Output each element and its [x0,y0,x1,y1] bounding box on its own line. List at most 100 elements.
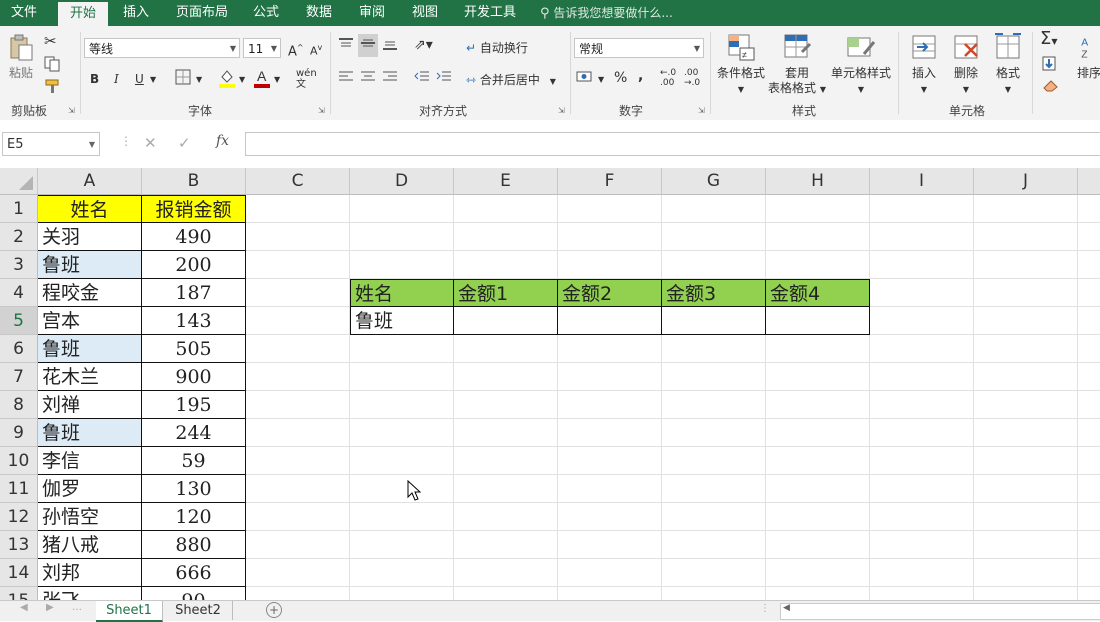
cell-f14[interactable] [558,559,662,587]
cell-i8[interactable] [870,391,974,419]
record-name-cell[interactable]: 鲁班 [38,251,142,279]
clipboard-launcher-icon[interactable]: ⇲ [68,106,75,115]
decrease-decimal-icon[interactable]: .00 →.0 [684,68,700,88]
col-header-g[interactable]: G [662,168,766,195]
clear-icon[interactable] [1042,78,1064,97]
row-header-1[interactable]: 1 [0,195,38,223]
select-all-corner[interactable] [0,168,38,195]
cancel-icon[interactable]: ✕ [144,134,157,152]
record-name-cell[interactable]: 伽罗 [38,475,142,503]
cell-k9[interactable] [1078,419,1100,447]
sheet-tab-sheet2[interactable]: Sheet2 [164,601,233,620]
cell-k12[interactable] [1078,503,1100,531]
cell-e10[interactable] [454,447,558,475]
fill-color-icon[interactable] [218,68,236,93]
cell-c1[interactable] [246,195,350,223]
cell-g8[interactable] [662,391,766,419]
decrease-indent-icon[interactable] [414,70,430,89]
row-header-4[interactable]: 4 [0,279,38,307]
col-header-i[interactable]: I [870,168,974,195]
cell-j15[interactable] [974,587,1078,600]
name-box[interactable]: E5 ▼ [2,132,100,156]
cell-e11[interactable] [454,475,558,503]
cell-c10[interactable] [246,447,350,475]
record-name-cell[interactable]: 关羽 [38,223,142,251]
record-name-cell[interactable]: 宫本 [38,307,142,335]
format-cells-button[interactable]: 格式 ▼ [988,32,1028,97]
cell-f9[interactable] [558,419,662,447]
cell-h7[interactable] [766,363,870,391]
selected-cell-e5[interactable] [454,307,558,335]
cell-f12[interactable] [558,503,662,531]
cell-d13[interactable] [350,531,454,559]
cell-g2[interactable] [662,223,766,251]
wrap-text-button[interactable]: ↵ 自动换行 [466,39,528,56]
row-header-13[interactable]: 13 [0,531,38,559]
cell-j4[interactable] [974,279,1078,307]
chevron-down-icon[interactable]: ▼ [598,71,604,89]
align-top-icon[interactable] [338,36,354,57]
cell-g14[interactable] [662,559,766,587]
cell-j13[interactable] [974,531,1078,559]
formula-input[interactable] [245,132,1100,156]
tab-view[interactable]: 视图 [404,0,446,26]
cell-i3[interactable] [870,251,974,279]
cell-c3[interactable] [246,251,350,279]
cell-g15[interactable] [662,587,766,600]
lookup-header-cell[interactable]: 金额1 [454,279,558,307]
format-as-table-button[interactable]: 套用 表格格式 ▼ [768,32,826,97]
cell-j11[interactable] [974,475,1078,503]
enter-icon[interactable]: ✓ [178,134,191,152]
cell-e12[interactable] [454,503,558,531]
cell-c12[interactable] [246,503,350,531]
row-header-14[interactable]: 14 [0,559,38,587]
record-amount-cell[interactable]: 200 [142,251,246,279]
cell-c9[interactable] [246,419,350,447]
delete-cells-button[interactable]: 删除 ▼ [946,32,986,97]
cell-i5[interactable] [870,307,974,335]
cell-k1[interactable] [1078,195,1100,223]
cell-h6[interactable] [766,335,870,363]
cell-i6[interactable] [870,335,974,363]
cell-c8[interactable] [246,391,350,419]
cell-f15[interactable] [558,587,662,600]
cell-g13[interactable] [662,531,766,559]
cell-h14[interactable] [766,559,870,587]
copy-icon[interactable] [44,56,62,77]
format-painter-icon[interactable] [44,78,62,99]
autosum-icon[interactable]: Σ▼ [1040,30,1058,51]
cell-k2[interactable] [1078,223,1100,251]
percent-button[interactable]: % [614,69,627,87]
record-name-cell[interactable]: 程咬金 [38,279,142,307]
cell-f2[interactable] [558,223,662,251]
cell-e6[interactable] [454,335,558,363]
cell-i12[interactable] [870,503,974,531]
header-amount-cell[interactable]: 报销金额 [142,195,246,223]
cell-i1[interactable] [870,195,974,223]
cell-d3[interactable] [350,251,454,279]
record-amount-cell[interactable]: 130 [142,475,246,503]
record-name-cell[interactable]: 刘邦 [38,559,142,587]
row-header-8[interactable]: 8 [0,391,38,419]
horizontal-scrollbar[interactable]: ◀ [780,603,1100,620]
col-header-b[interactable]: B [142,168,246,195]
cell-h11[interactable] [766,475,870,503]
record-amount-cell[interactable]: 187 [142,279,246,307]
record-amount-cell[interactable]: 490 [142,223,246,251]
cell-c14[interactable] [246,559,350,587]
record-amount-cell[interactable]: 880 [142,531,246,559]
cell-h15[interactable] [766,587,870,600]
cell-j7[interactable] [974,363,1078,391]
cell-k6[interactable] [1078,335,1100,363]
cell-i15[interactable] [870,587,974,600]
insert-function-icon[interactable]: fx [216,133,229,149]
insert-cells-button[interactable]: 插入 ▼ [904,32,944,97]
conditional-format-button[interactable]: ≠ 条件格式 ▼ [714,32,768,97]
cell-c2[interactable] [246,223,350,251]
cell-k15[interactable] [1078,587,1100,600]
cell-d2[interactable] [350,223,454,251]
cell-d7[interactable] [350,363,454,391]
col-header-d[interactable]: D [350,168,454,195]
tab-home[interactable]: 开始 [58,2,108,26]
increase-indent-icon[interactable] [436,70,452,89]
